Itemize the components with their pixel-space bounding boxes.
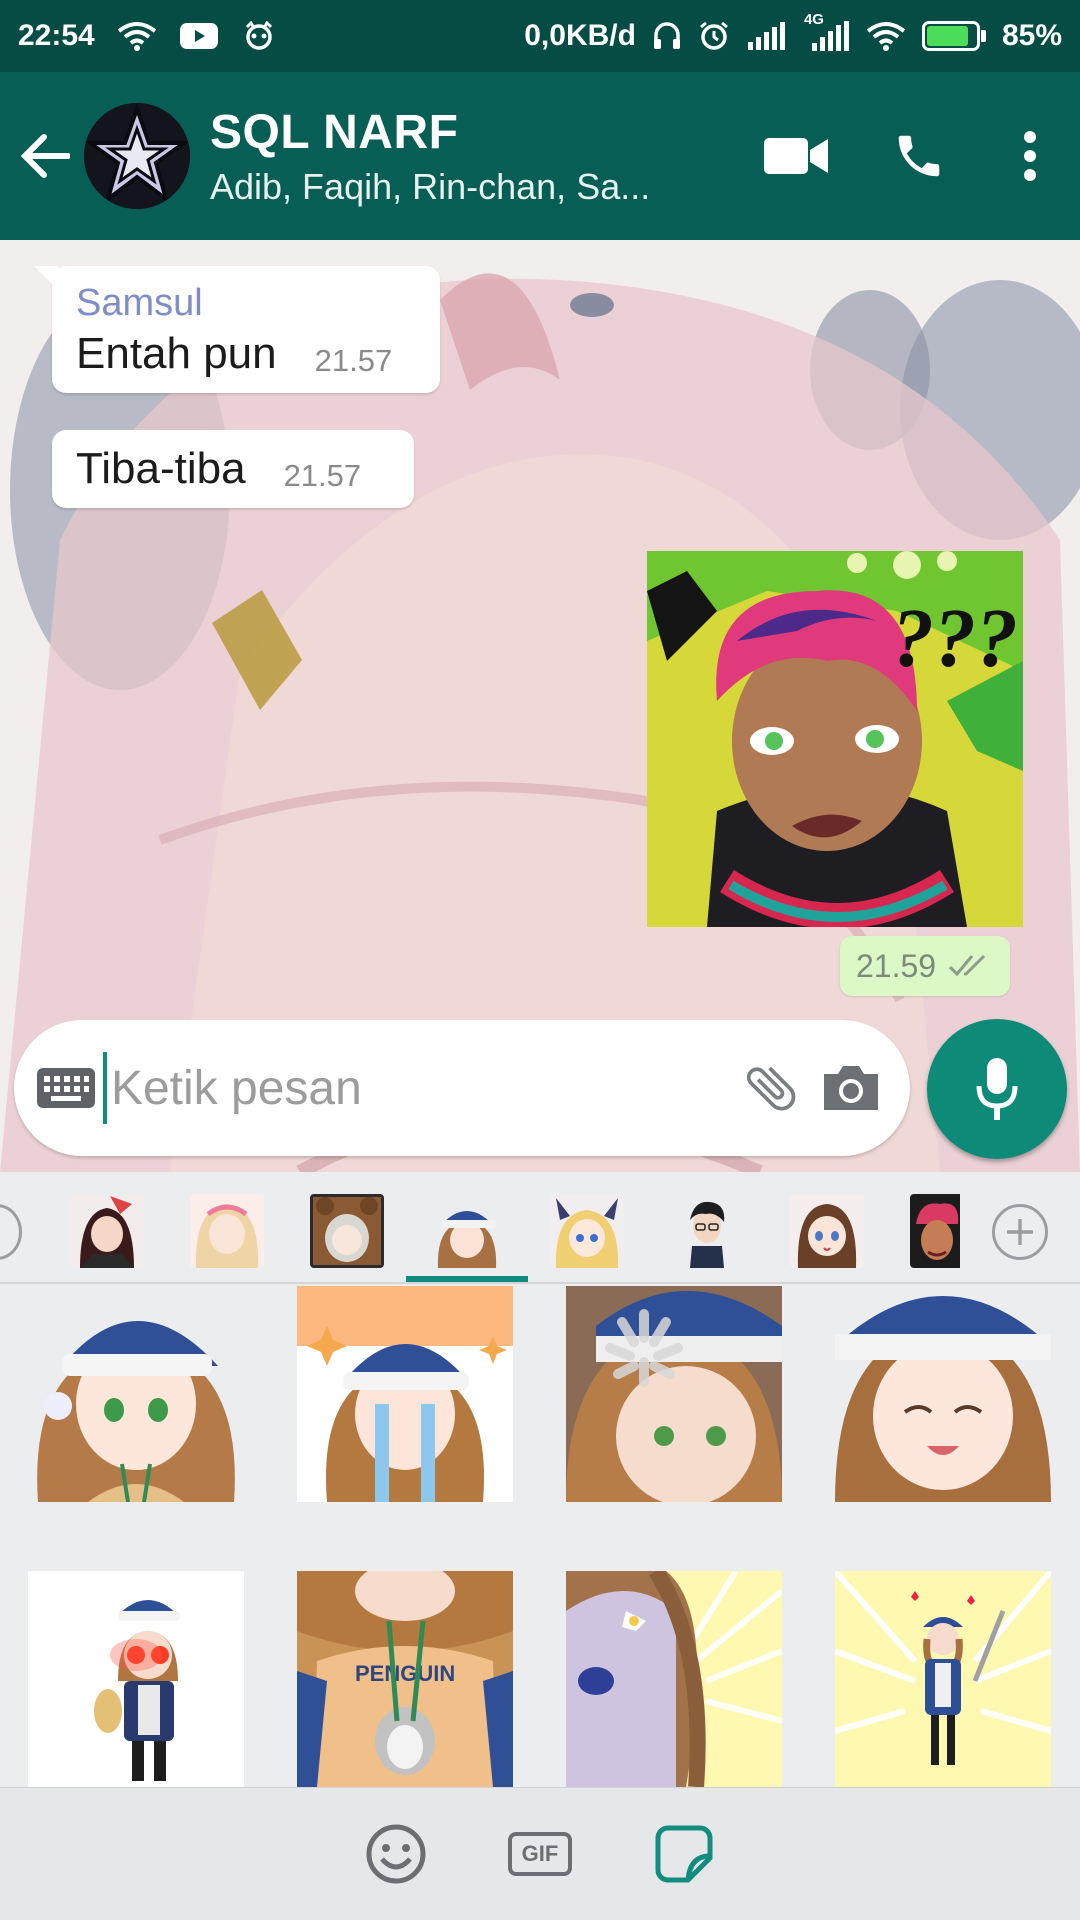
sticker-keyboard-nav: GIF (0, 1787, 1080, 1920)
alarm-icon (698, 20, 730, 52)
sticker-tray: PENGUIN (0, 1172, 1080, 1787)
camera-button[interactable] (811, 1020, 890, 1156)
data-speed: 0,0KB/d (524, 19, 636, 52)
sent-sticker[interactable]: ??? (647, 551, 1023, 927)
microphone-icon (976, 1058, 1018, 1120)
voice-call-button[interactable] (858, 72, 980, 240)
youtube-icon (179, 21, 219, 51)
sticker-item[interactable] (835, 1571, 1051, 1787)
message-bubble[interactable]: Samsul Entah pun 21.57 (34, 266, 440, 393)
sticker-pack-tab[interactable] (70, 1194, 144, 1268)
group-name: SQL NARF (210, 105, 459, 159)
svg-text:PENGUIN: PENGUIN (355, 1661, 455, 1686)
chat-header: SQL NARF Adib, Faqih, Rin-chan, Sa... (0, 72, 1080, 240)
sticker-item[interactable] (835, 1286, 1051, 1502)
camera-icon (823, 1066, 878, 1110)
message-time: 21.57 (314, 343, 393, 378)
recent-stickers-tab[interactable] (0, 1204, 22, 1260)
sticker-item[interactable] (28, 1571, 244, 1787)
group-avatar[interactable] (84, 103, 190, 209)
status-bar: 22:54 0,0KB/d 4G 85% (0, 0, 1080, 72)
sticker-pack-tab[interactable] (790, 1194, 864, 1268)
sticker-caption: ??? (892, 592, 1018, 685)
more-options-button[interactable] (980, 72, 1080, 240)
wifi-icon (117, 21, 157, 51)
back-button[interactable] (6, 72, 84, 240)
selected-pack-indicator (406, 1276, 528, 1282)
double-tick-icon (949, 954, 986, 977)
sticker-pack-tab[interactable] (310, 1194, 384, 1268)
emoji-icon (366, 1824, 426, 1884)
paperclip-icon (747, 1066, 796, 1111)
message-sender: Samsul (76, 282, 203, 324)
wifi-icon (866, 21, 906, 51)
sticker-item[interactable] (566, 1571, 782, 1787)
group-members: Adib, Faqih, Rin-chan, Sa... (210, 165, 651, 207)
sticker-item[interactable] (28, 1286, 244, 1502)
sticker-pack-tab[interactable] (910, 1194, 984, 1268)
gif-icon: GIF (508, 1832, 572, 1876)
message-input[interactable] (102, 1052, 732, 1124)
sticker-timestamp: 21.59 (840, 936, 1011, 996)
keyboard-button[interactable] (30, 1020, 103, 1156)
message-composer (14, 1020, 910, 1156)
signal-icon (746, 22, 786, 50)
more-options-icon (1024, 131, 1036, 181)
sticker-item[interactable]: PENGUIN (297, 1571, 513, 1787)
gif-label: GIF (521, 1841, 559, 1866)
4g-signal-icon: 4G (802, 11, 850, 51)
video-call-button[interactable] (736, 72, 858, 240)
message-text: Tiba-tiba (76, 444, 246, 493)
emoji-tab[interactable] (351, 1809, 441, 1899)
message-bubble[interactable]: Tiba-tiba 21.57 (52, 430, 414, 508)
battery-charging-icon (921, 21, 986, 51)
sticker-tab[interactable] (639, 1809, 729, 1899)
gif-tab[interactable]: GIF (495, 1809, 585, 1899)
sticker-pack-tab[interactable] (430, 1194, 504, 1268)
video-call-icon (764, 138, 828, 174)
sticker-pack-bar (0, 1172, 1080, 1284)
sticker-item[interactable] (566, 1286, 782, 1502)
sticker-icon (655, 1825, 713, 1883)
voice-record-button[interactable] (927, 1019, 1067, 1159)
chat-title-block[interactable]: SQL NARF Adib, Faqih, Rin-chan, Sa... (210, 105, 736, 208)
arrow-back-icon (20, 134, 70, 178)
add-pack-icon (1007, 1219, 1033, 1245)
battery-percent: 85% (1001, 19, 1062, 52)
message-time: 21.59 (856, 947, 937, 984)
headset-icon (652, 21, 682, 51)
network-label: 4G (803, 11, 824, 28)
sticker-pack-tab[interactable] (670, 1194, 744, 1268)
voice-call-icon (898, 135, 940, 177)
message-text: Entah pun (76, 329, 277, 378)
keyboard-icon (37, 1068, 96, 1108)
add-sticker-pack-button[interactable] (992, 1204, 1048, 1260)
sticker-item[interactable] (297, 1286, 513, 1502)
app-notification-icon (241, 21, 277, 51)
attach-button[interactable] (732, 1020, 811, 1156)
sticker-pack-tab[interactable] (550, 1194, 624, 1268)
status-time: 22:54 (18, 19, 95, 52)
message-time: 21.57 (283, 458, 362, 493)
sticker-pack-tab[interactable] (190, 1194, 264, 1268)
